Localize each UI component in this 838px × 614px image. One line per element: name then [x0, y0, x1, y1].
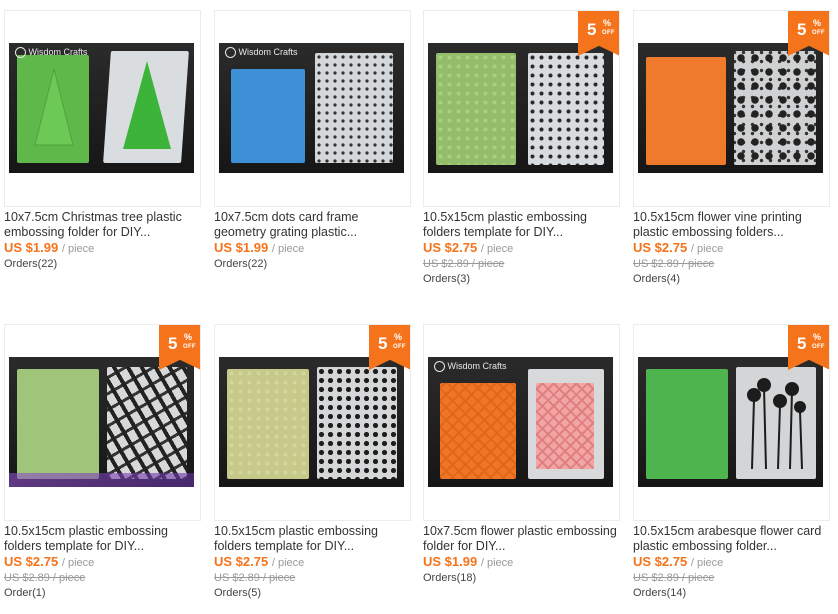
product-card[interactable]: Wisdom Crafts 10x7.5cm flower plastic em… — [419, 314, 629, 614]
original-price: US $2.89 / piece — [214, 572, 296, 584]
product-title[interactable]: 10x7.5cm Christmas tree plastic embossin… — [4, 210, 204, 240]
product-title[interactable]: 10.5x15cm plastic embossing folders temp… — [4, 524, 204, 554]
product-price: US $1.99 / piece — [214, 240, 305, 255]
product-price: US $2.75 / piece — [4, 554, 95, 569]
product-price: US $2.75 / piece — [633, 240, 724, 255]
product-title[interactable]: 10.5x15cm plastic embossing folders temp… — [423, 210, 623, 240]
orders-count: Orders(3) — [423, 273, 471, 285]
product-price: US $2.75 / piece — [214, 554, 305, 569]
orders-count: Orders(18) — [423, 572, 477, 584]
flower-vine-photo — [638, 43, 823, 173]
product-price: US $2.75 / piece — [633, 554, 724, 569]
product-title[interactable]: 10.5x15cm arabesque flower card plastic … — [633, 524, 833, 554]
orders-count: Orders(4) — [633, 273, 681, 285]
product-image[interactable]: Wisdom Crafts — [423, 324, 620, 521]
tree-cutout-icon — [123, 61, 171, 149]
product-image[interactable]: 5% OFF — [423, 10, 620, 207]
product-title[interactable]: 10.5x15cm flower vine printing plastic e… — [633, 210, 833, 240]
hearts-photo — [219, 357, 404, 487]
product-title[interactable]: 10.5x15cm plastic embossing folders temp… — [214, 524, 414, 554]
flower-lattice-photo: Wisdom Crafts — [428, 357, 613, 487]
bottles-photo — [9, 357, 194, 487]
arabesque-flower-photo — [638, 357, 823, 487]
product-image[interactable]: Wisdom Crafts — [4, 10, 201, 207]
original-price: US $2.89 / piece — [633, 572, 715, 584]
tree-emboss-icon — [34, 69, 74, 146]
orders-count: Orders(22) — [214, 258, 268, 270]
product-image[interactable]: 5% OFF — [633, 10, 830, 207]
brand-logo: Wisdom Crafts — [15, 47, 88, 59]
christmas-tree-photo: Wisdom Crafts — [9, 43, 194, 173]
product-price: US $1.99 / piece — [423, 554, 514, 569]
brand-logo: Wisdom Crafts — [225, 47, 298, 59]
original-price: US $2.89 / piece — [4, 572, 86, 584]
orders-count: Orders(5) — [214, 587, 262, 599]
product-image[interactable]: 5% OFF — [214, 324, 411, 521]
original-price: US $2.89 / piece — [633, 258, 715, 270]
product-image[interactable]: 5% OFF — [633, 324, 830, 521]
product-title[interactable]: 10x7.5cm flower plastic embossing folder… — [423, 524, 623, 554]
product-image[interactable]: Wisdom Crafts — [214, 10, 411, 207]
product-card[interactable]: 5% OFF 10.5x15cm plastic embossing folder… — [210, 314, 420, 614]
dots-photo — [428, 43, 613, 173]
orders-count: Orders(22) — [4, 258, 58, 270]
orders-count: Orders(14) — [633, 587, 687, 599]
original-price: US $2.89 / piece — [423, 258, 505, 270]
product-card[interactable]: 5% OFF 10.5x15cm flower vine printing pla… — [629, 0, 838, 300]
product-title[interactable]: 10x7.5cm dots card frame geometry gratin… — [214, 210, 414, 240]
dots-frame-photo: Wisdom Crafts — [219, 43, 404, 173]
product-card[interactable]: 5% OFF 10.5x15cm arabesque flower card pl… — [629, 314, 838, 614]
product-card[interactable]: Wisdom Crafts 10x7.5cm Christmas tree pl… — [0, 0, 210, 300]
product-image[interactable]: 5% OFF — [4, 324, 201, 521]
brand-logo: Wisdom Crafts — [434, 361, 507, 373]
orders-count: Order(1) — [4, 587, 46, 599]
product-price: US $2.75 / piece — [423, 240, 514, 255]
product-card[interactable]: Wisdom Crafts 10x7.5cm dots card frame g… — [210, 0, 420, 300]
product-price: US $1.99 / piece — [4, 240, 95, 255]
flower-stems-icon — [747, 378, 806, 470]
product-card[interactable]: 5% OFF 10.5x15cm plastic embossing folder… — [419, 0, 629, 300]
product-card[interactable]: 5% OFF 10.5x15cm plastic embossing folder… — [0, 314, 210, 614]
